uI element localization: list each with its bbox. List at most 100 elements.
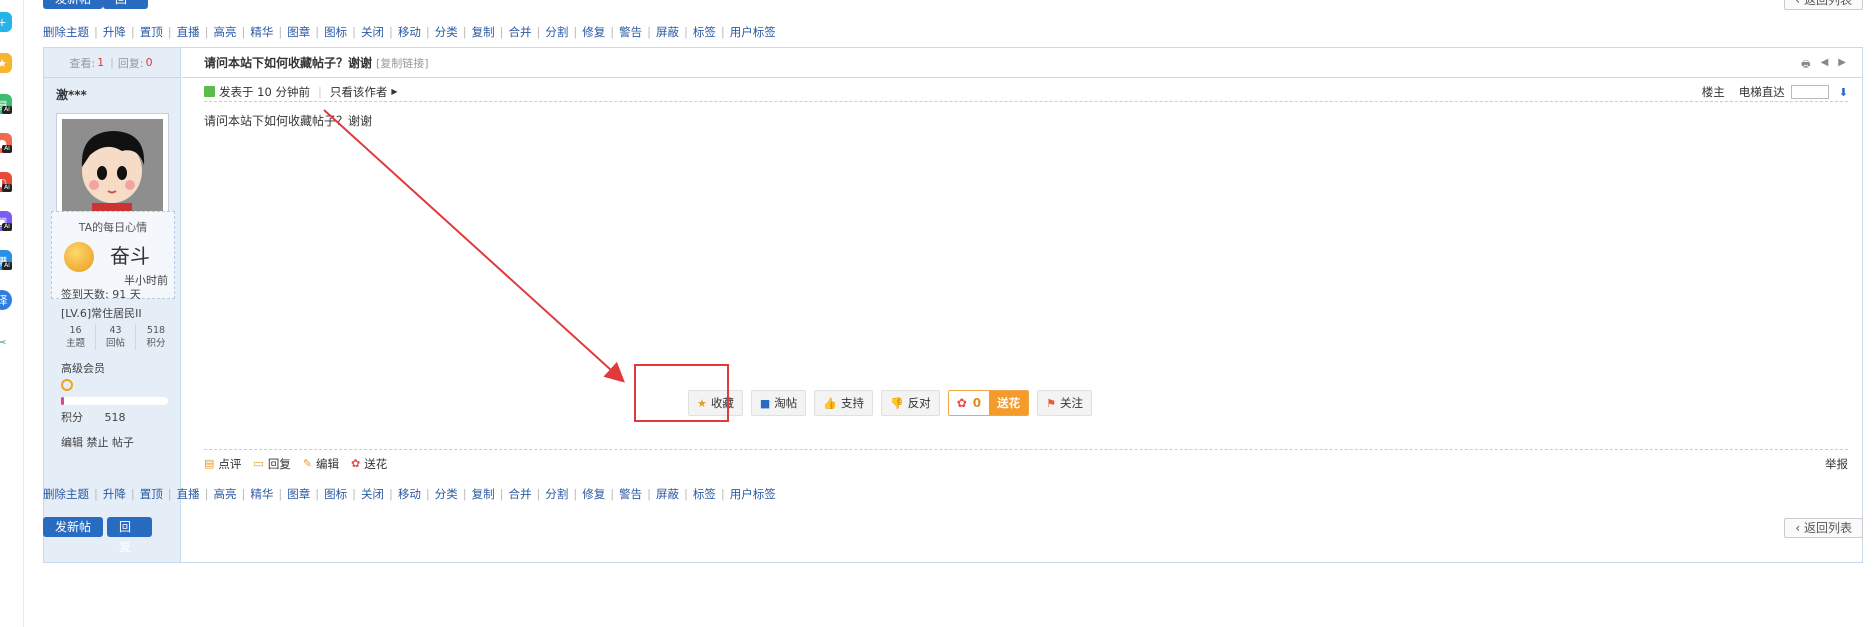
elevator-input[interactable] — [1790, 85, 1829, 99]
only-author-link[interactable]: 只看该作者 — [330, 84, 388, 100]
app-icon-1[interactable]: + — [0, 12, 12, 32]
follow-label: 关注 — [1059, 396, 1083, 410]
mod-action-link[interactable]: 合并 — [509, 24, 532, 40]
send-flower-button[interactable]: ✿ 0 送花 — [947, 390, 1030, 416]
user-level[interactable]: [LV.6]常住居民II — [61, 305, 142, 321]
mod-action-link[interactable]: 分类 — [435, 24, 458, 40]
mod-action-link[interactable]: 移动 — [398, 486, 421, 502]
mod-action-link[interactable]: 修复 — [582, 24, 605, 40]
mod-action-link[interactable]: 升降 — [103, 486, 126, 502]
mod-action-link[interactable]: 屏蔽 — [656, 486, 679, 502]
user-stat-cell[interactable]: 518 积分 — [136, 324, 176, 350]
medal-icon[interactable] — [61, 379, 73, 391]
reply-button-bottom[interactable]: 回复 — [107, 517, 152, 554]
floor-tools: 楼主 电梯直达 ⬇ — [1702, 82, 1848, 102]
separator: | — [352, 487, 356, 501]
reply-button-top[interactable]: 回复 — [103, 0, 148, 26]
stat-label: 积分 — [146, 338, 166, 349]
mod-action-link[interactable]: 删除主题 — [43, 486, 89, 502]
mod-action-link[interactable]: 屏蔽 — [656, 24, 679, 40]
flower-link[interactable]: ✿ 送花 — [351, 456, 387, 472]
mod-action-link[interactable]: 复制 — [472, 24, 495, 40]
mod-action-link[interactable]: 复制 — [472, 486, 495, 502]
mod-action-link[interactable]: 图章 — [287, 24, 310, 40]
mod-action-link[interactable]: 警告 — [619, 24, 642, 40]
copy-link-button[interactable]: [复制链接] — [376, 55, 429, 71]
points-row: 积分 518 — [61, 409, 126, 425]
comment-icon: ▤ — [204, 457, 215, 470]
prev-thread-icon[interactable]: ◀ — [1821, 57, 1829, 74]
user-stat-cell[interactable]: 16 主题 — [56, 324, 96, 350]
separator: | — [389, 487, 393, 501]
admin-links[interactable]: 编辑 禁止 帖子 — [61, 434, 134, 450]
scissors-icon[interactable]: ✂ — [0, 332, 12, 352]
user-group[interactable]: 高级会员 — [61, 360, 105, 376]
comment-link[interactable]: ▤ 点评 — [204, 456, 241, 472]
mod-action-link[interactable]: 升降 — [103, 24, 126, 40]
support-button[interactable]: 👍 支持 — [814, 390, 873, 416]
forum-thread: 发新帖 回复 ‹ 返回列表 删除主题 | 升降 | 置顶 | 直播 | 高亮 | 精华 | 图章 | 图标 |… — [43, 0, 1863, 627]
back-to-list-button-bottom[interactable]: ‹ 返回列表 — [1784, 518, 1863, 538]
oppose-button[interactable]: 👎 反对 — [880, 390, 940, 416]
mod-action-link[interactable]: 标签 — [693, 486, 716, 502]
mod-action-link[interactable]: 修复 — [582, 486, 605, 502]
mod-action-link[interactable]: 直播 — [177, 486, 200, 502]
mod-action-link[interactable]: 分割 — [545, 486, 568, 502]
separator: | — [647, 487, 651, 501]
mod-action-link[interactable]: 标签 — [693, 24, 716, 40]
star-app-icon[interactable]: ★ — [0, 53, 12, 73]
avatar[interactable] — [56, 113, 169, 224]
mod-action-link[interactable]: 置顶 — [140, 24, 163, 40]
separator: | — [94, 25, 98, 39]
new-post-button[interactable]: 发新帖 — [43, 0, 103, 9]
mod-action-link[interactable]: 用户标签 — [730, 486, 776, 502]
print-icon[interactable]: 🖶 — [1801, 57, 1810, 74]
taotie-button[interactable]: ■ 淘帖 — [750, 390, 807, 416]
mod-action-link[interactable]: 合并 — [509, 486, 532, 502]
mod-action-link[interactable]: 高亮 — [214, 24, 237, 40]
mood-emoji-icon — [64, 242, 94, 272]
author-name[interactable]: 激*** — [44, 78, 180, 112]
mod-action-link[interactable]: 图标 — [324, 486, 347, 502]
thread-stats: 查看: 1 | 回复: 0 — [44, 48, 180, 78]
new-post-button-bottom[interactable]: 发新帖 — [43, 517, 103, 537]
translate-icon[interactable]: 译 — [0, 290, 12, 310]
back-to-list-button[interactable]: ‹ 返回列表 — [1784, 0, 1863, 10]
send-flower-label: 送花 — [989, 391, 1029, 415]
separator: | — [278, 25, 283, 39]
mod-action-link[interactable]: 警告 — [619, 486, 642, 502]
separator: | — [462, 487, 467, 501]
mod-action-link[interactable]: 关闭 — [361, 486, 384, 502]
reply-link[interactable]: ▭ 回复 — [253, 456, 290, 472]
mod-action-link[interactable]: 移动 — [398, 24, 421, 40]
mod-action-link[interactable]: 删除主题 — [43, 24, 89, 40]
report-link[interactable]: 举报 — [1825, 456, 1848, 472]
separator: | — [315, 25, 320, 39]
mod-action-link[interactable]: 关闭 — [361, 24, 384, 40]
thread-title: 请问本站下如何收藏帖子？谢谢 — [204, 56, 373, 70]
go-floor-icon[interactable]: ⬇ — [1839, 86, 1848, 99]
post-action-row: ★ 收藏 ■ 淘帖 👍 支持 👎 反对 ✿ 0 送花 ⚑ 关注 — [688, 390, 1092, 416]
next-thread-icon[interactable]: ▶ — [1838, 57, 1846, 74]
mod-action-link[interactable]: 精华 — [250, 486, 273, 502]
mod-action-link[interactable]: 直播 — [177, 24, 200, 40]
mod-action-link[interactable]: 置顶 — [140, 486, 163, 502]
separator: | — [352, 25, 356, 39]
stat-value: 16 — [69, 325, 82, 336]
mod-action-link[interactable]: 用户标签 — [730, 24, 776, 40]
mod-action-link[interactable]: 图标 — [324, 24, 347, 40]
edit-label: 编辑 — [316, 456, 340, 471]
mod-action-link[interactable]: 分类 — [435, 486, 458, 502]
pencil-icon: ✎ — [302, 457, 313, 470]
mod-action-link[interactable]: 高亮 — [214, 486, 237, 502]
comment-label: 点评 — [218, 456, 242, 471]
mod-action-link[interactable]: 精华 — [250, 24, 273, 40]
user-stat-cell[interactable]: 43 回帖 — [96, 324, 136, 350]
follow-button[interactable]: ⚑ 关注 — [1037, 390, 1092, 416]
separator: | — [720, 25, 725, 39]
mod-action-link[interactable]: 图章 — [287, 486, 310, 502]
post-footer-bar: ▤ 点评 ▭ 回复 ✎ 编辑 ✿ 送花 举报 — [204, 449, 1848, 477]
mood-word: 奋斗 — [110, 244, 150, 268]
edit-link[interactable]: ✎ 编辑 — [303, 456, 339, 472]
mod-action-link[interactable]: 分割 — [545, 24, 568, 40]
